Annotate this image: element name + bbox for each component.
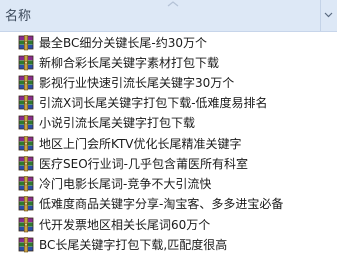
file-name: 低难度商品关键字分享-淘宝客、多多进宝必备 <box>39 197 284 211</box>
winrar-archive-icon <box>18 35 34 51</box>
file-name: BC长尾关键字打包下载,匹配度很高 <box>39 238 228 252</box>
file-name: 引流X词长尾关键字打包下载-低难度易排名 <box>39 96 268 110</box>
file-row[interactable]: BC长尾关键字打包下载,匹配度很高 <box>0 236 337 255</box>
winrar-archive-icon <box>18 95 34 111</box>
file-row[interactable]: 最全BC细分关键长尾-约30万个 <box>0 34 337 53</box>
file-name: 最全BC细分关键长尾-约30万个 <box>39 36 208 50</box>
file-row[interactable]: 医疗SEO行业词-几乎包含莆医所有科室 <box>0 155 337 174</box>
winrar-archive-icon <box>18 115 34 131</box>
winrar-archive-icon <box>18 237 34 253</box>
winrar-archive-icon <box>18 196 34 212</box>
file-row[interactable]: 代开发票地区相关长尾词60万个 <box>0 216 337 235</box>
file-name: 代开发票地区相关长尾词60万个 <box>39 218 211 232</box>
column-dropdown-button[interactable] <box>320 0 337 31</box>
winrar-archive-icon <box>18 55 34 71</box>
winrar-archive-icon <box>18 75 34 91</box>
file-name: 地区上门会所KTV优化长尾精准关键字 <box>39 137 242 151</box>
file-row[interactable]: 新柳合彩长尾关键字素材打包下载 <box>0 54 337 73</box>
file-name: 医疗SEO行业词-几乎包含莆医所有科室 <box>39 157 248 171</box>
file-row[interactable]: 地区上门会所KTV优化长尾精准关键字 <box>0 135 337 154</box>
winrar-archive-icon <box>18 136 34 152</box>
chevron-down-icon <box>324 12 333 18</box>
sort-up-icon <box>167 1 179 7</box>
column-header[interactable]: 名称 <box>0 0 337 32</box>
file-name: 影视行业快速引流长尾关键字30万个 <box>39 76 235 90</box>
winrar-archive-icon <box>18 217 34 233</box>
file-row[interactable]: 影视行业快速引流长尾关键字30万个 <box>0 74 337 93</box>
file-name: 新柳合彩长尾关键字素材打包下载 <box>39 56 220 70</box>
winrar-archive-icon <box>18 176 34 192</box>
file-row[interactable]: 引流X词长尾关键字打包下载-低难度易排名 <box>0 94 337 113</box>
file-name: 冷门电影长尾词-竞争不大引流快 <box>39 177 212 191</box>
file-row[interactable]: 小说引流长尾关键字打包下载 <box>0 114 337 133</box>
file-row[interactable]: 低难度商品关键字分享-淘宝客、多多进宝必备 <box>0 195 337 214</box>
winrar-archive-icon <box>18 156 34 172</box>
file-row[interactable]: 冷门电影长尾词-竞争不大引流快 <box>0 175 337 194</box>
name-column-label: 名称 <box>5 9 32 24</box>
file-name: 小说引流长尾关键字打包下载 <box>39 116 196 130</box>
